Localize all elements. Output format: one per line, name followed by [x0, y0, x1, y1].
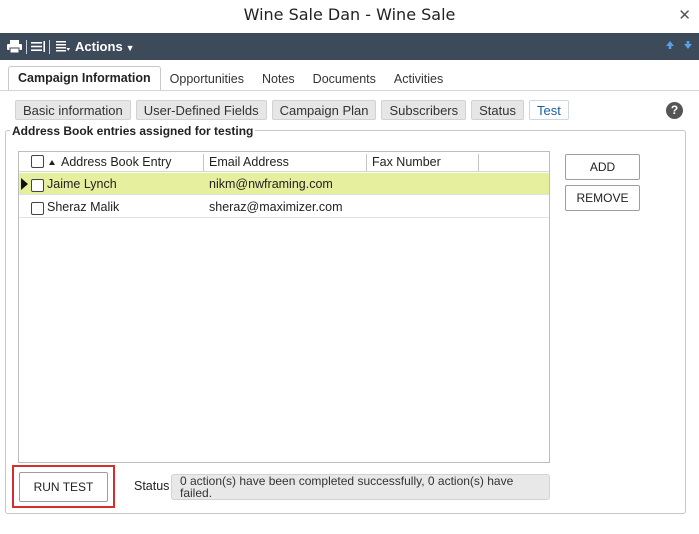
column-header-email[interactable]: Email Address	[209, 152, 289, 172]
email-cell: nikm@nwframing.com	[209, 177, 333, 191]
toolbar: Actions ▼	[0, 33, 699, 60]
subtab-campaign-plan[interactable]: Campaign Plan	[271, 100, 377, 120]
toolbar-separator	[26, 39, 27, 54]
column-separator[interactable]	[203, 154, 204, 171]
sub-tabs: Basic information User-Defined Fields Ca…	[15, 100, 569, 120]
status-message: 0 action(s) have been completed successf…	[171, 474, 550, 500]
section-legend: Address Book entries assigned for testin…	[10, 124, 256, 138]
actions-label: Actions	[75, 39, 123, 54]
tab-campaign-information[interactable]: Campaign Information	[8, 66, 161, 91]
table-row[interactable]: Sheraz Malik sheraz@maximizer.com	[19, 196, 549, 218]
tab-opportunities[interactable]: Opportunities	[161, 68, 253, 91]
grid-header: Address Book Entry Email Address Fax Num…	[19, 152, 549, 172]
toolbar-separator	[49, 39, 50, 54]
subtab-test[interactable]: Test	[528, 100, 569, 120]
select-all-checkbox[interactable]	[31, 155, 44, 168]
run-test-highlight: RUN TEST	[12, 465, 115, 508]
actions-menu-button[interactable]: Actions ▼	[56, 33, 135, 60]
email-cell: sheraz@maximizer.com	[209, 200, 343, 214]
entry-cell: Sheraz Malik	[47, 200, 120, 214]
column-header-fax[interactable]: Fax Number	[372, 152, 441, 172]
tab-documents[interactable]: Documents	[304, 68, 385, 91]
address-book-grid: Address Book Entry Email Address Fax Num…	[18, 151, 550, 463]
help-icon[interactable]: ?	[666, 102, 683, 119]
tab-activities[interactable]: Activities	[385, 68, 452, 91]
add-button[interactable]: ADD	[565, 154, 640, 180]
window-title: Wine Sale Dan - Wine Sale	[243, 5, 456, 24]
list-icon[interactable]	[31, 33, 45, 60]
column-separator[interactable]	[366, 154, 367, 171]
column-header-entry[interactable]: Address Book Entry	[61, 152, 171, 172]
status-text: 0 action(s) have been completed successf…	[180, 473, 514, 500]
table-row[interactable]: Jaime Lynch nikm@nwframing.com	[19, 173, 549, 195]
printer-icon[interactable]	[7, 33, 22, 60]
subtab-status[interactable]: Status	[471, 100, 524, 120]
status-label: Status	[134, 479, 170, 493]
column-separator[interactable]	[478, 154, 479, 171]
sort-ascending-icon[interactable]	[49, 160, 55, 165]
run-test-button[interactable]: RUN TEST	[19, 472, 108, 502]
arrow-up-icon[interactable]	[665, 40, 675, 53]
row-checkbox[interactable]	[31, 179, 44, 192]
main-tabs: Campaign Information Opportunities Notes…	[8, 65, 452, 91]
subtab-user-defined-fields[interactable]: User-Defined Fields	[135, 100, 267, 120]
subtab-subscribers[interactable]: Subscribers	[381, 100, 467, 120]
close-icon[interactable]: ✕	[678, 6, 691, 24]
remove-button[interactable]: REMOVE	[565, 185, 640, 211]
window-titlebar: Wine Sale Dan - Wine Sale ✕	[0, 0, 699, 33]
row-checkbox[interactable]	[31, 202, 44, 215]
tab-divider	[0, 90, 699, 91]
entry-cell: Jaime Lynch	[47, 177, 117, 191]
toolbar-nav	[665, 33, 693, 60]
tab-notes[interactable]: Notes	[253, 68, 304, 91]
row-pointer-icon	[21, 178, 28, 190]
arrow-down-icon[interactable]	[683, 40, 693, 53]
actions-list-icon	[56, 33, 70, 60]
chevron-down-icon: ▼	[125, 43, 135, 53]
subtab-basic-information[interactable]: Basic information	[15, 100, 131, 120]
